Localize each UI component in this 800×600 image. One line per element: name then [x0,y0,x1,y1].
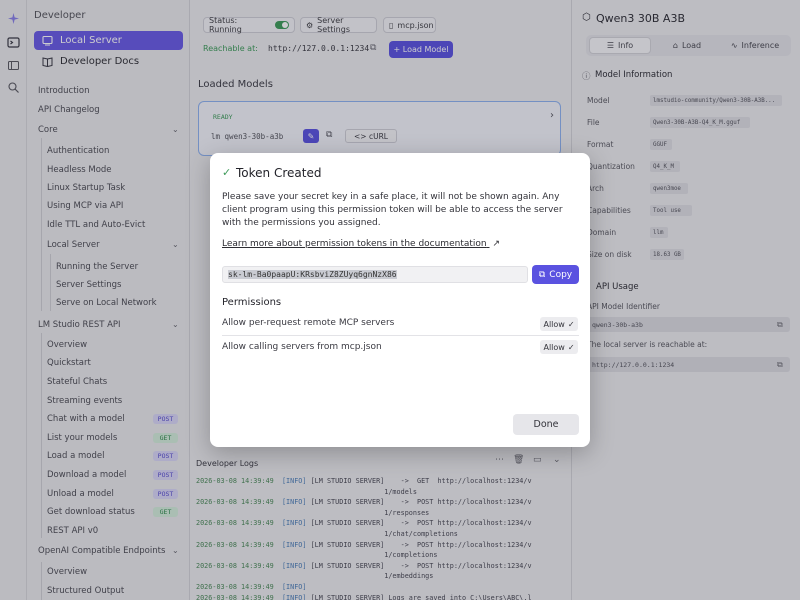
check-icon: ✓ [567,319,575,329]
dialog-title: Token Created [236,166,322,180]
permission-select-value: Allow [543,319,565,329]
permission-select-mcp-json[interactable]: Allow ✓ [540,340,578,354]
token-created-dialog: ✓ Token Created Please save your secret … [210,153,590,447]
external-link-icon: ↗ [492,239,501,249]
copy-icon: ⧉ [538,269,546,280]
divider [222,335,579,336]
checkmark-icon: ✓ [222,166,232,179]
done-button[interactable]: Done [513,414,579,435]
permission-label: Allow calling servers from mcp.json [222,342,382,352]
check-icon: ✓ [567,342,575,352]
permission-row-mcp-json: Allow calling servers from mcp.json [222,342,579,352]
learn-more-text: Learn more about permission tokens in th… [222,239,487,249]
token-key-field[interactable]: sk-lm-Ba0paapU:KRsbviZ8ZUyq6gnNzX86 [222,266,528,283]
permissions-heading: Permissions [222,297,282,308]
learn-more-link[interactable]: Learn more about permission tokens in th… [222,239,500,249]
token-key-value: sk-lm-Ba0paapU:KRsbviZ8ZUyq6gnNzX86 [228,270,397,279]
permission-select-remote-mcp[interactable]: Allow ✓ [540,317,578,331]
permission-row-remote-mcp: Allow per-request remote MCP servers [222,318,579,328]
copy-label: Copy [549,269,573,280]
dialog-message: Please save your secret key in a safe pl… [222,192,563,228]
copy-token-button[interactable]: ⧉ Copy [532,265,579,284]
permission-select-value: Allow [543,342,565,352]
permission-label: Allow per-request remote MCP servers [222,318,395,328]
